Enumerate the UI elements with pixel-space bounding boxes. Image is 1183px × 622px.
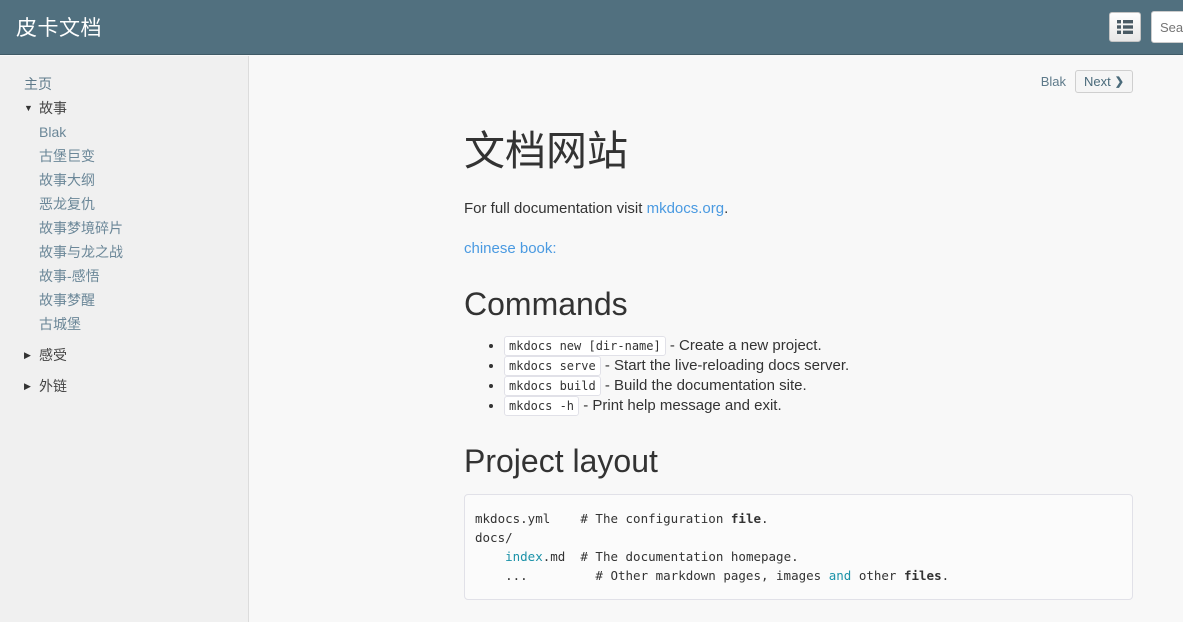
sidebar-item-mengjingsuipian[interactable]: 故事梦境碎片 xyxy=(0,216,248,240)
th-list-icon xyxy=(1117,20,1133,34)
page-title: 文档网站 xyxy=(464,128,628,174)
pager-prev-label[interactable]: Blak xyxy=(1041,74,1066,89)
sidebar-group-feelings[interactable]: ▶ 感受 xyxy=(0,343,248,367)
intro-suffix-text: . xyxy=(724,200,729,218)
sidebar-group-label: 外链 xyxy=(39,378,67,394)
list-item: mkdocs new [dir-name] - Create a new pro… xyxy=(504,335,1133,356)
chinese-book-link[interactable]: chinese book: xyxy=(464,240,557,257)
chevron-down-icon: ▼ xyxy=(24,103,33,113)
sidebar-item-home[interactable]: 主页 xyxy=(0,72,248,96)
next-page-button[interactable]: Next ❯ xyxy=(1075,69,1133,93)
code-bold-file: file xyxy=(730,510,761,526)
code-ellipsis: ... xyxy=(505,567,528,583)
command-desc: - Build the documentation site. xyxy=(600,376,807,394)
project-layout-code-block: mkdocs.yml # The configuration file. doc… xyxy=(464,493,1133,600)
commands-list: mkdocs new [dir-name] - Create a new pro… xyxy=(464,335,1133,416)
intro-prefix-text: For full documentation visit xyxy=(464,200,647,218)
sidebar-group-external-links[interactable]: ▶ 外链 xyxy=(0,374,248,398)
command-code: mkdocs serve xyxy=(504,355,601,376)
code-comment: # The documentation homepage. xyxy=(565,548,799,564)
command-code: mkdocs new [dir-name] xyxy=(504,335,666,356)
sidebar-item-gushidagang[interactable]: 故事大纲 xyxy=(0,168,248,192)
code-index-token: index xyxy=(505,548,543,564)
sidebar-item-blak[interactable]: Blak xyxy=(0,120,248,144)
article-body: 文档网站 For full documentation visit mkdocs… xyxy=(250,128,1183,600)
command-desc: - Create a new project. xyxy=(665,336,822,354)
sidebar-nav: 主页 ▼ 故事 Blak 古堡巨变 故事大纲 恶龙复仇 故事梦境碎片 故事与龙之… xyxy=(0,56,249,622)
code-comment: # Other markdown pages, images xyxy=(527,567,829,583)
code-path: mkdocs.yml xyxy=(475,510,551,526)
code-bold-files: files xyxy=(903,567,942,583)
code-comment: other xyxy=(851,567,904,583)
project-layout-heading: Project layout xyxy=(464,442,658,479)
sidebar-item-gubaojubian[interactable]: 古堡巨变 xyxy=(0,144,248,168)
sidebar-group-label: 感受 xyxy=(39,347,67,363)
sidebar-group-label: 故事 xyxy=(39,100,67,116)
navbar-right-controls xyxy=(1109,0,1183,54)
sidebar-item-elongfuchou[interactable]: 恶龙复仇 xyxy=(0,192,248,216)
chevron-right-icon: ❯ xyxy=(1114,75,1124,88)
code-index-ext: .md xyxy=(542,548,566,564)
pager-top: Blak Next ❯ xyxy=(250,63,1183,99)
sidebar-item-yulongzhizhan[interactable]: 故事与龙之战 xyxy=(0,240,248,264)
command-code: mkdocs build xyxy=(504,375,601,396)
sidebar-group-stories[interactable]: ▼ 故事 xyxy=(0,96,248,120)
command-desc: - Print help message and exit. xyxy=(579,396,782,414)
mkdocs-link[interactable]: mkdocs.org xyxy=(647,200,725,217)
intro-paragraph: For full documentation visit mkdocs.org. xyxy=(464,198,1133,219)
commands-heading: Commands xyxy=(464,286,628,323)
code-and-token: and xyxy=(828,567,852,583)
sidebar-item-mengxing[interactable]: 故事梦醒 xyxy=(0,288,248,312)
top-navbar: 皮卡文档 xyxy=(0,0,1183,55)
code-comment: # The configuration xyxy=(550,510,731,526)
sidebar-item-ganwu[interactable]: 故事-感悟 xyxy=(0,264,248,288)
chinese-book-paragraph: chinese book: xyxy=(464,238,1133,259)
command-code: mkdocs -h xyxy=(504,395,580,416)
search-input[interactable] xyxy=(1151,11,1183,43)
sidebar-item-guchengbao[interactable]: 古城堡 xyxy=(0,312,248,336)
th-list-icon-button[interactable] xyxy=(1109,12,1141,42)
next-button-label: Next xyxy=(1084,73,1111,89)
command-desc: - Start the live-reloading docs server. xyxy=(600,356,850,374)
chevron-right-icon: ▶ xyxy=(24,350,31,360)
code-docs-dir: docs/ xyxy=(475,529,513,545)
main-content: Blak Next ❯ 文档网站 For full documentation … xyxy=(250,56,1183,622)
code-period: . xyxy=(761,510,769,526)
list-item: mkdocs -h - Print help message and exit. xyxy=(504,395,1133,416)
list-item: mkdocs serve - Start the live-reloading … xyxy=(504,355,1133,376)
chevron-right-icon: ▶ xyxy=(24,381,31,391)
site-brand-title[interactable]: 皮卡文档 xyxy=(0,12,102,42)
list-item: mkdocs build - Build the documentation s… xyxy=(504,375,1133,396)
code-period: . xyxy=(941,567,950,583)
